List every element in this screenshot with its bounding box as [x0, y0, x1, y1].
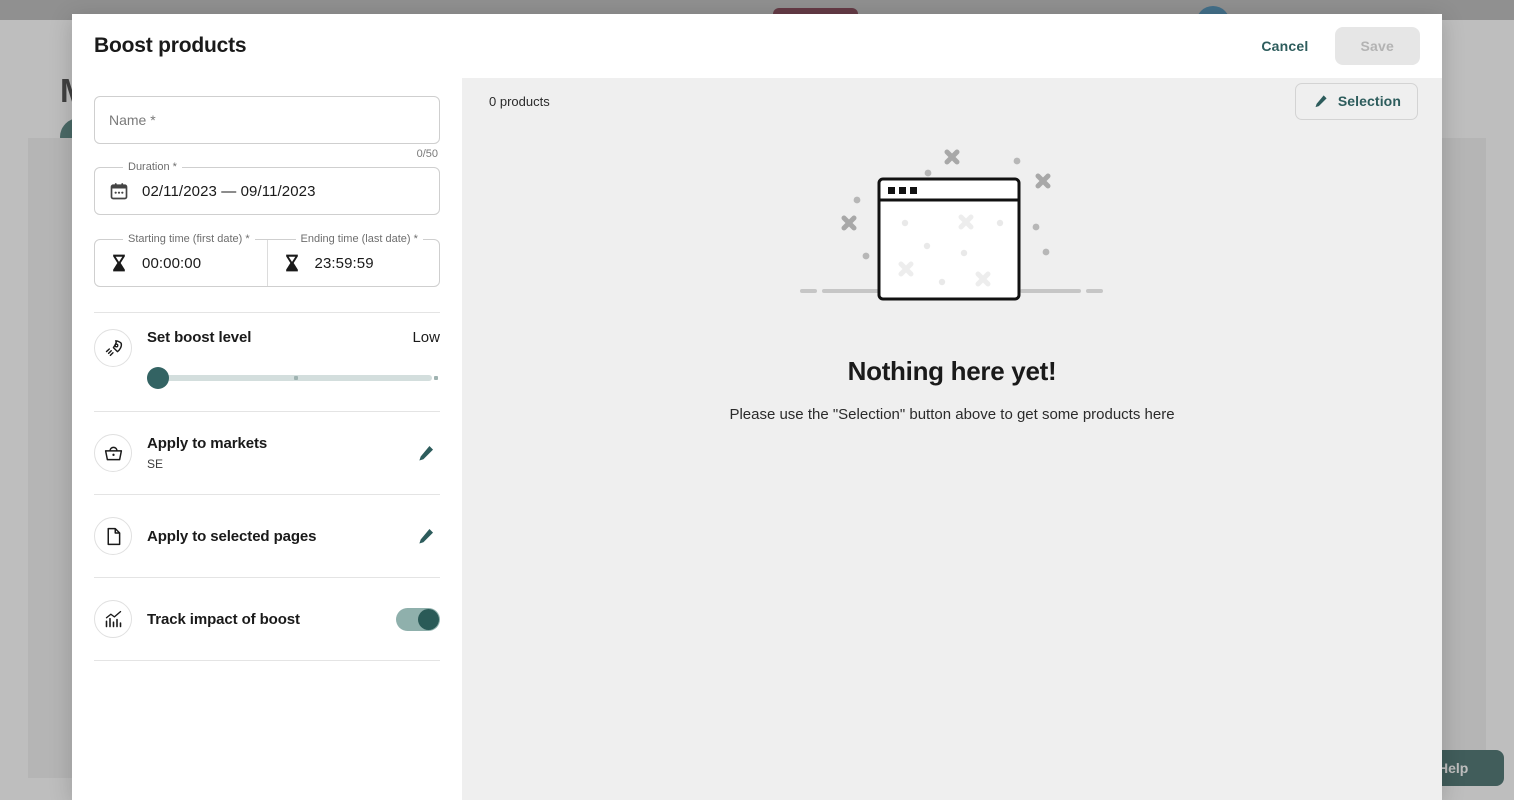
boost-products-modal: Boost products Cancel Save Name * 0/50 D…: [72, 14, 1442, 800]
markets-subtitle: SE: [147, 457, 396, 471]
cancel-button[interactable]: Cancel: [1245, 28, 1324, 64]
header-actions: Cancel Save: [1245, 27, 1420, 65]
boost-level-title: Set boost level: [147, 329, 251, 346]
empty-state-subtitle: Please use the "Selection" button above …: [729, 406, 1174, 423]
selection-button-label: Selection: [1338, 93, 1401, 109]
calendar-icon: [109, 181, 129, 201]
empty-state: Nothing here yet! Please use the "Select…: [462, 124, 1442, 800]
starting-time-label: Starting time (first date) *: [123, 233, 255, 245]
boost-level-slider[interactable]: [147, 367, 440, 389]
starting-time-value: 00:00:00: [142, 255, 201, 272]
track-impact-row[interactable]: Track impact of boost: [94, 578, 440, 660]
slider-tick-mid: [294, 376, 298, 380]
document-icon-circle: [94, 517, 132, 555]
modal-body: Name * 0/50 Duration * 02/11/2023 — 09/: [72, 78, 1442, 800]
boost-level-content: Set boost level Low: [147, 329, 440, 389]
apply-to-pages-row[interactable]: Apply to selected pages: [94, 495, 440, 577]
products-panel: 0 products Selection: [462, 78, 1442, 800]
ending-time-field[interactable]: Ending time (last date) * 23:59:59: [267, 240, 440, 286]
pencil-icon: [415, 526, 436, 547]
basket-icon-circle: [94, 434, 132, 472]
ending-time-label: Ending time (last date) *: [296, 233, 423, 245]
chart-trend-icon: [103, 609, 124, 630]
empty-state-title: Nothing here yet!: [848, 356, 1057, 387]
track-impact-toggle[interactable]: [396, 608, 440, 631]
rocket-icon: [103, 338, 124, 359]
rocket-icon-circle: [94, 329, 132, 367]
markets-title: Apply to markets: [147, 435, 396, 452]
ending-time-value: 23:59:59: [315, 255, 374, 272]
duration-label: Duration *: [123, 161, 182, 173]
pages-title: Apply to selected pages: [147, 528, 396, 545]
duration-field[interactable]: Duration * 02/11/2023 — 09/11/2023: [94, 167, 440, 215]
chart-trend-icon-circle: [94, 600, 132, 638]
document-icon: [103, 526, 124, 547]
browser-window-illustration: [787, 142, 1117, 322]
track-impact-title: Track impact of boost: [147, 611, 381, 628]
starting-time-field[interactable]: Starting time (first date) * 00:00:00: [95, 240, 267, 286]
basket-icon: [103, 443, 124, 464]
pencil-icon: [1312, 93, 1329, 110]
toggle-knob: [418, 609, 439, 630]
products-panel-header: 0 products Selection: [462, 78, 1442, 124]
name-input[interactable]: Name *: [94, 96, 440, 144]
slider-track[interactable]: [147, 375, 432, 381]
slider-tick-max: [434, 376, 438, 380]
name-input-placeholder: Name *: [109, 112, 156, 128]
slider-thumb[interactable]: [147, 367, 169, 389]
hourglass-icon: [282, 253, 302, 273]
apply-to-markets-row[interactable]: Apply to markets SE: [94, 412, 440, 494]
pencil-icon: [415, 443, 436, 464]
boost-settings-form: Name * 0/50 Duration * 02/11/2023 — 09/: [72, 78, 462, 800]
modal-title: Boost products: [94, 34, 246, 58]
time-fields-row: Starting time (first date) * 00:00:00 En…: [94, 239, 440, 287]
edit-pages-button[interactable]: [411, 522, 440, 551]
boost-level-value: Low: [412, 329, 440, 346]
boost-level-row: Set boost level Low: [94, 313, 440, 411]
save-button[interactable]: Save: [1335, 27, 1421, 65]
modal-header: Boost products Cancel Save: [72, 14, 1442, 78]
edit-markets-button[interactable]: [411, 439, 440, 468]
divider: [94, 660, 440, 661]
hourglass-icon: [109, 253, 129, 273]
name-char-counter: 0/50: [94, 148, 440, 160]
products-count: 0 products: [489, 94, 550, 109]
duration-value: 02/11/2023 — 09/11/2023: [142, 183, 316, 200]
selection-button[interactable]: Selection: [1295, 83, 1418, 120]
